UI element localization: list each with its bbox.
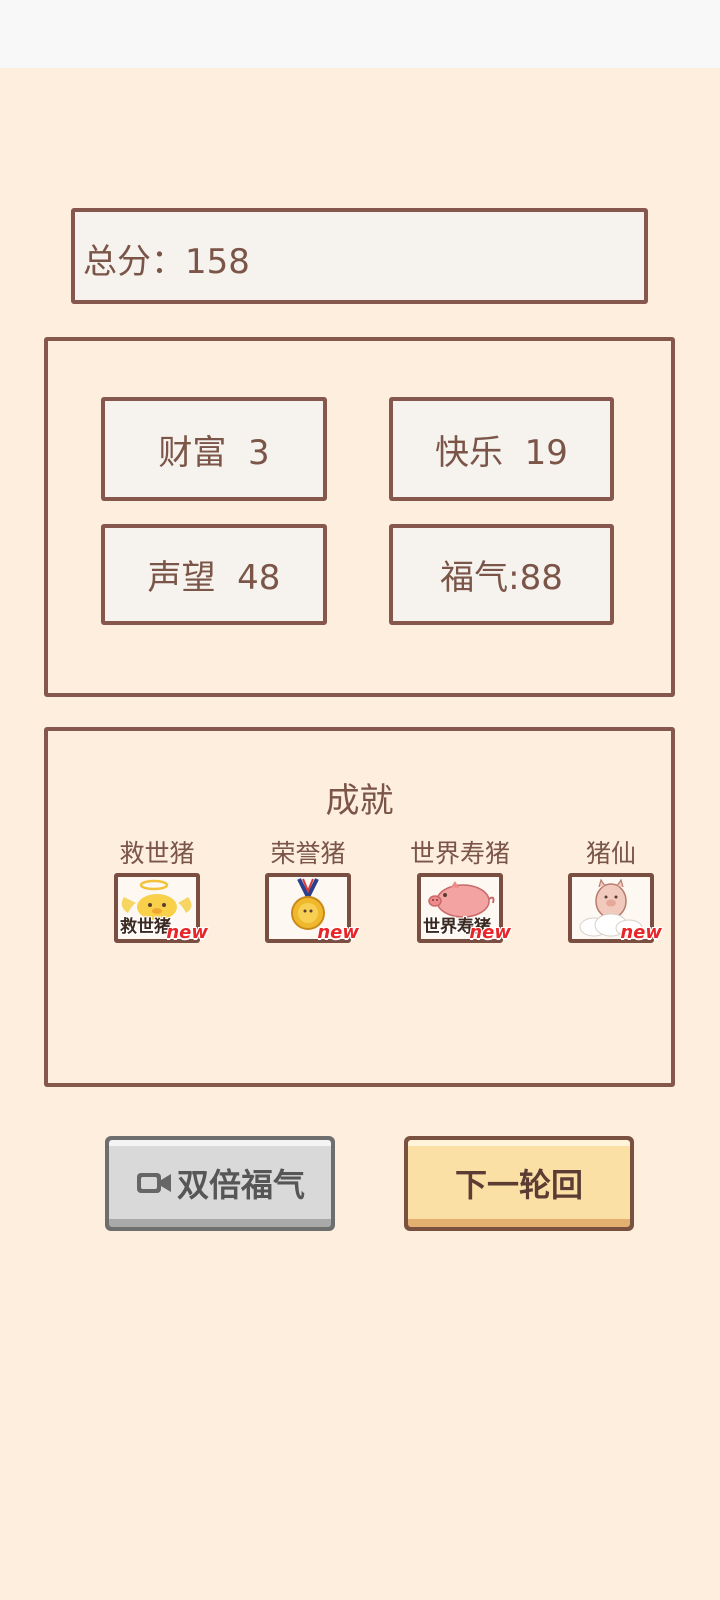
new-badge: new [469, 922, 511, 943]
new-badge: new [166, 922, 208, 943]
stats-panel: 财富 3 快乐 19 声望 48 福气:88 [44, 337, 675, 697]
achievement-item[interactable]: 救世猪 救世猪 new [97, 837, 217, 943]
stat-prestige: 声望 48 [101, 524, 327, 625]
achievement-label: 世界寿猪 [409, 839, 510, 868]
double-fortune-button[interactable]: 双倍福气 [105, 1136, 335, 1231]
status-bar [0, 0, 720, 68]
total-score-box: 总分：158 [71, 208, 648, 304]
next-round-label: 下一轮回 [454, 1165, 583, 1204]
next-round-button-face[interactable]: 下一轮回 [408, 1140, 630, 1227]
next-round-button[interactable]: 下一轮回 [404, 1136, 634, 1231]
achievement-item[interactable]: 世界寿猪 世界寿猪 new [400, 837, 520, 943]
stat-happiness: 快乐 19 [389, 397, 614, 501]
achievement-frame[interactable]: new [568, 873, 662, 943]
achievement-label: 救世猪 [119, 839, 195, 868]
achievement-caption: 救世猪 [120, 917, 171, 937]
new-badge: new [620, 922, 662, 943]
total-score: 总分：158 [83, 242, 250, 282]
achievement-label: 猪仙 [585, 839, 636, 868]
achievement-frame[interactable]: new [265, 873, 359, 943]
stat-fortune: 福气:88 [389, 524, 614, 625]
achievements-panel: 成就 救世猪 救世猪 new 荣誉猪 new 世界寿猪 世界寿猪 new 猪仙 … [44, 727, 675, 1087]
achievement-frame[interactable]: 救世猪 new [114, 873, 208, 943]
achievement-label: 荣誉猪 [270, 839, 346, 868]
achievement-item[interactable]: 猪仙 new [551, 837, 671, 943]
video-camera-icon [136, 1172, 171, 1193]
double-fortune-button-face[interactable]: 双倍福气 [109, 1140, 331, 1227]
achievements-title: 成就 [325, 781, 394, 821]
stat-wealth: 财富 3 [101, 397, 327, 501]
double-fortune-label: 双倍福气 [176, 1165, 305, 1204]
achievement-item[interactable]: 荣誉猪 new [248, 837, 368, 943]
new-badge: new [317, 922, 359, 943]
achievement-frame[interactable]: 世界寿猪 new [417, 873, 511, 943]
